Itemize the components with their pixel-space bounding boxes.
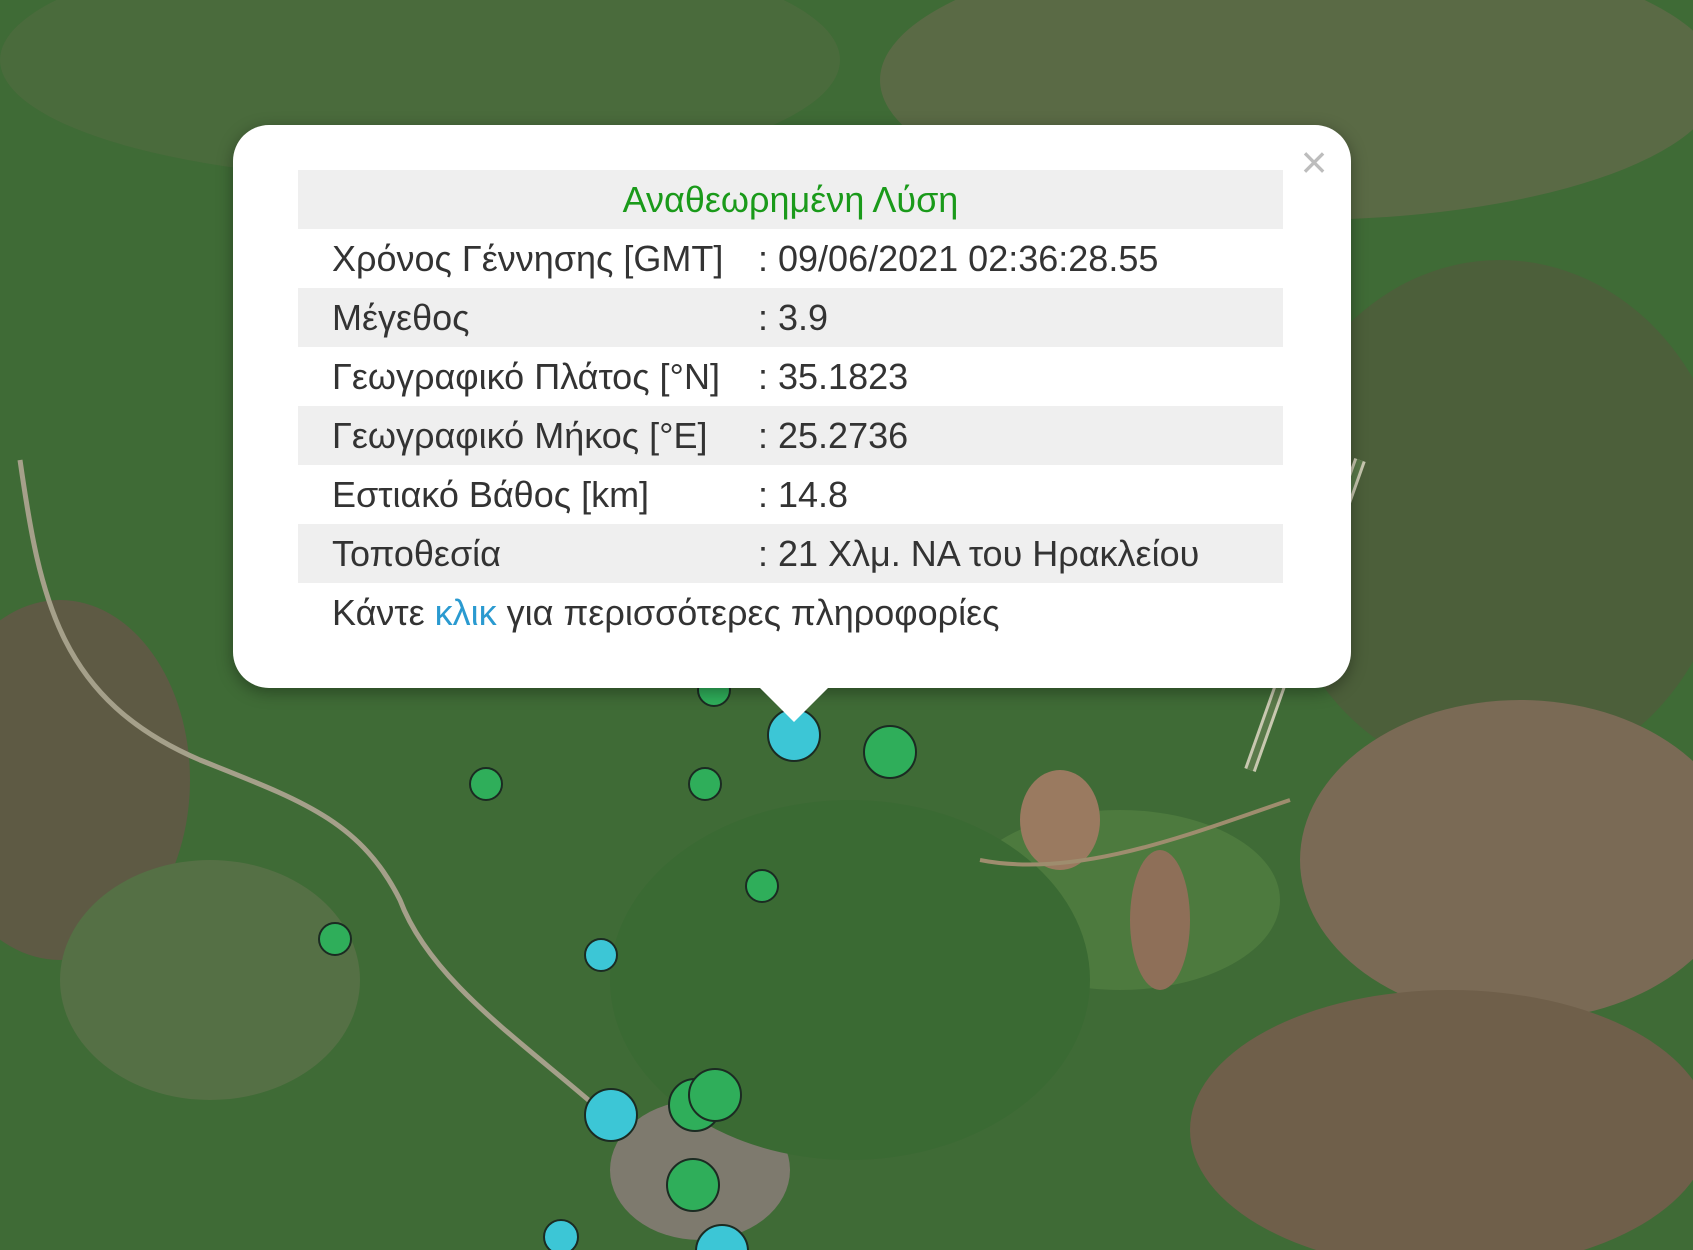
earthquake-marker-green[interactable] — [745, 869, 779, 903]
origin-time-value: : 09/06/2021 02:36:28.55 — [758, 237, 1159, 279]
earthquake-marker-green[interactable] — [666, 1158, 720, 1212]
depth-label: Εστιακό Βάθος [km] — [332, 473, 650, 515]
earthquake-info-table: Αναθεωρημένη Λύση Χρόνος Γέννησης [GMT] … — [298, 170, 1283, 642]
earthquake-marker-cyan[interactable] — [584, 938, 618, 972]
latitude-label: Γεωγραφικό Πλάτος [°N] — [332, 355, 720, 397]
close-icon[interactable]: × — [1294, 139, 1334, 185]
earthquake-marker-green[interactable] — [863, 725, 917, 779]
earthquake-marker-green[interactable] — [318, 922, 352, 956]
more-info-suffix: για περισσότερες πληροφορίες — [496, 591, 1000, 633]
origin-time-label: Χρόνος Γέννησης [GMT] — [332, 237, 724, 279]
earthquake-marker-cyan[interactable] — [584, 1088, 638, 1142]
longitude-value: : 25.2736 — [758, 406, 1283, 465]
popup-title: Αναθεωρημένη Λύση — [298, 170, 1283, 229]
magnitude-value: : 3.9 — [758, 288, 1283, 347]
more-info-text: Κάντε κλικ για περισσότερες πληροφορίες — [298, 583, 1283, 642]
magnitude-label: Μέγεθος — [298, 288, 758, 347]
earthquake-marker-cyan[interactable] — [543, 1219, 579, 1250]
location-value: : 21 Χλμ. ΝΑ του Ηρακλείου — [758, 524, 1283, 583]
more-info-link[interactable]: κλικ — [435, 592, 497, 633]
popup-tip — [758, 686, 830, 722]
location-label: Τοποθεσία — [298, 524, 758, 583]
more-info-prefix: Κάντε — [332, 591, 435, 633]
earthquake-marker-green[interactable] — [688, 1068, 742, 1122]
depth-value: : 14.8 — [758, 473, 849, 515]
latitude-value: : 35.1823 — [758, 355, 909, 397]
earthquake-marker-green[interactable] — [688, 767, 722, 801]
longitude-label: Γεωγραφικό Μήκος [°E] — [298, 406, 758, 465]
earthquake-marker-green[interactable] — [469, 767, 503, 801]
